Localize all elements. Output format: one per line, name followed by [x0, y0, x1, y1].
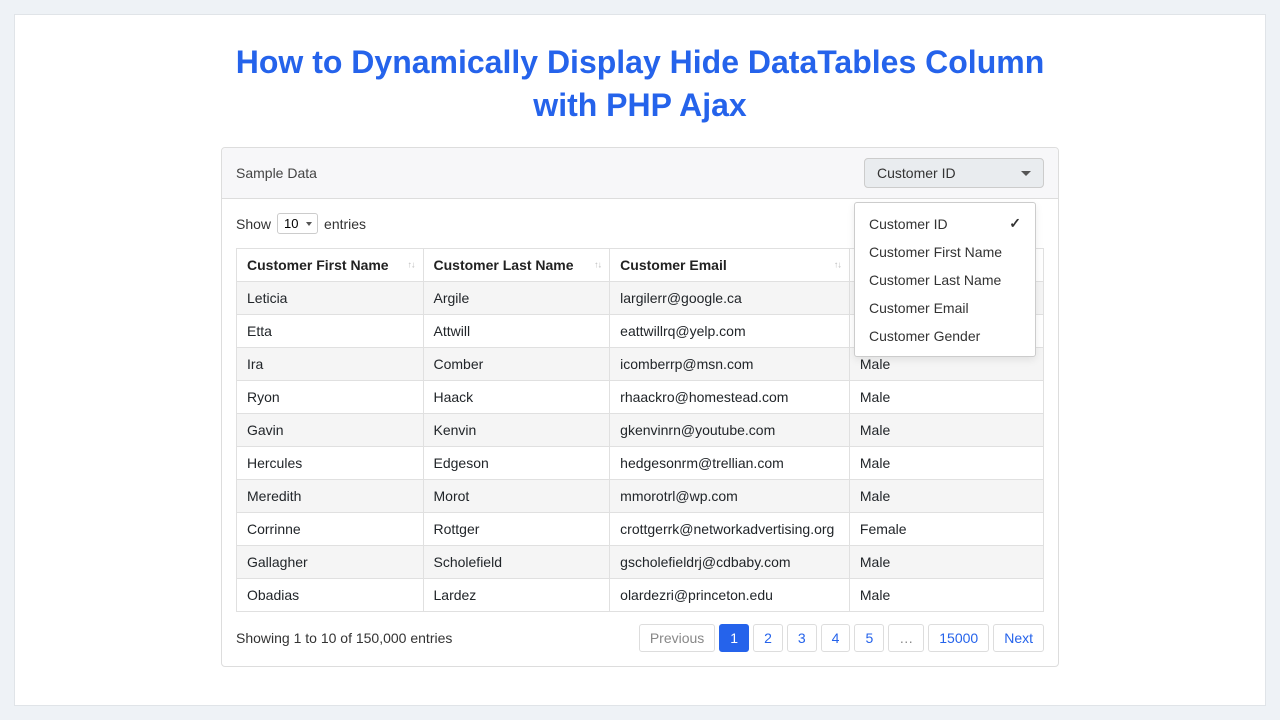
sort-icon: ↑↓ [594, 261, 601, 270]
column-toggle-item[interactable]: Customer Email [855, 294, 1035, 322]
table-cell: Gavin [237, 414, 424, 447]
table-cell: Scholefield [423, 546, 610, 579]
table-cell: Hercules [237, 447, 424, 480]
table-cell: Ira [237, 348, 424, 381]
table-cell: Kenvin [423, 414, 610, 447]
table-cell: Male [849, 480, 1043, 513]
table-row: GallagherScholefieldgscholefieldrj@cdbab… [237, 546, 1044, 579]
table-cell: Male [849, 447, 1043, 480]
column-toggle-item[interactable]: Customer Last Name [855, 266, 1035, 294]
dropdown-item-label: Customer Email [869, 300, 969, 316]
table-row: MeredithMorotmmorotrl@wp.comMale [237, 480, 1044, 513]
dropdown-item-label: Customer ID [869, 216, 948, 232]
pagination-ellipsis: … [888, 624, 924, 652]
column-toggle-dropdown[interactable]: Customer ID [864, 158, 1044, 188]
length-suffix: entries [324, 216, 366, 232]
column-toggle-item[interactable]: Customer First Name [855, 238, 1035, 266]
column-toggle-menu: Customer ID ✓ Customer First Name Customer … [854, 202, 1036, 357]
pagination-page[interactable]: 15000 [928, 624, 989, 652]
column-header[interactable]: Customer First Name↑↓ [237, 249, 424, 282]
column-header[interactable]: Customer Email↑↓ [610, 249, 850, 282]
table-cell: Lardez [423, 579, 610, 612]
column-toggle-item[interactable]: Customer Gender [855, 322, 1035, 350]
sort-icon: ↑↓ [408, 261, 415, 270]
pagination-page[interactable]: 5 [854, 624, 884, 652]
data-card: Sample Data Customer ID Customer ID✓Cust… [221, 147, 1059, 667]
table-cell: Gallagher [237, 546, 424, 579]
table-cell: Morot [423, 480, 610, 513]
table-cell: Male [849, 546, 1043, 579]
column-toggle-item[interactable]: Customer ID ✓ [855, 209, 1035, 238]
card-header: Sample Data Customer ID Customer ID✓Cust… [222, 148, 1058, 199]
table-cell: Corrinne [237, 513, 424, 546]
table-cell: Male [849, 414, 1043, 447]
table-cell: Haack [423, 381, 610, 414]
table-cell: Attwill [423, 315, 610, 348]
table-cell: gkenvinrn@youtube.com [610, 414, 850, 447]
dropdown-item-label: Customer Gender [869, 328, 980, 344]
table-cell: Edgeson [423, 447, 610, 480]
table-cell: gscholefieldrj@cdbaby.com [610, 546, 850, 579]
sort-icon: ↑↓ [834, 261, 841, 270]
table-cell: largilerr@google.ca [610, 282, 850, 315]
dropdown-selected-label: Customer ID [877, 165, 956, 181]
pagination-next[interactable]: Next [993, 624, 1044, 652]
table-cell: Female [849, 513, 1043, 546]
table-row: HerculesEdgesonhedgesonrm@trellian.comMa… [237, 447, 1044, 480]
table-row: GavinKenvingkenvinrn@youtube.comMale [237, 414, 1044, 447]
table-cell: Leticia [237, 282, 424, 315]
table-cell: rhaackro@homestead.com [610, 381, 850, 414]
chevron-down-icon [1021, 171, 1031, 176]
pagination-page[interactable]: 3 [787, 624, 817, 652]
pagination-page[interactable]: 2 [753, 624, 783, 652]
dropdown-item-label: Customer First Name [869, 244, 1002, 260]
pagination-page[interactable]: 4 [821, 624, 851, 652]
table-cell: icomberrp@msn.com [610, 348, 850, 381]
page-title: How to Dynamically Display Hide DataTabl… [230, 41, 1050, 127]
table-cell: Ryon [237, 381, 424, 414]
table-cell: Rottger [423, 513, 610, 546]
table-cell: olardezri@princeton.edu [610, 579, 850, 612]
table-cell: Male [849, 381, 1043, 414]
table-row: CorrinneRottgercrottgerrk@networkadverti… [237, 513, 1044, 546]
table-cell: Argile [423, 282, 610, 315]
table-cell: eattwillrq@yelp.com [610, 315, 850, 348]
column-header[interactable]: Customer Last Name↑↓ [423, 249, 610, 282]
table-cell: Comber [423, 348, 610, 381]
table-cell: Etta [237, 315, 424, 348]
table-row: RyonHaackrhaackro@homestead.comMale [237, 381, 1044, 414]
pagination-prev: Previous [639, 624, 715, 652]
table-cell: Meredith [237, 480, 424, 513]
table-info: Showing 1 to 10 of 150,000 entries [236, 630, 452, 646]
pagination-page[interactable]: 1 [719, 624, 749, 652]
card-header-label: Sample Data [236, 165, 317, 181]
length-select[interactable]: 10 [277, 213, 318, 234]
table-cell: Male [849, 579, 1043, 612]
table-row: ObadiasLardezolardezri@princeton.eduMale [237, 579, 1044, 612]
dropdown-item-label: Customer Last Name [869, 272, 1001, 288]
check-icon: ✓ [1009, 215, 1021, 232]
length-prefix: Show [236, 216, 271, 232]
table-cell: mmorotrl@wp.com [610, 480, 850, 513]
table-cell: hedgesonrm@trellian.com [610, 447, 850, 480]
pagination: Previous12345…15000Next [639, 624, 1044, 652]
table-cell: crottgerrk@networkadvertising.org [610, 513, 850, 546]
table-cell: Obadias [237, 579, 424, 612]
